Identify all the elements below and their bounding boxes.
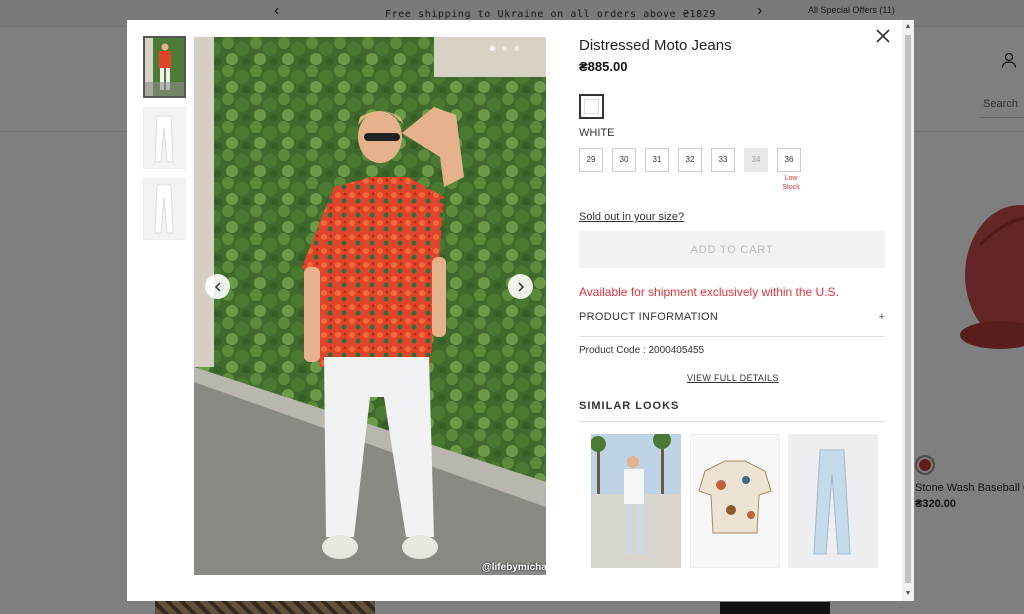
thumbnail-2[interactable] [143,107,186,169]
scrollbar-thumb[interactable] [904,34,912,584]
product-code: Product Code : 2000405455 [579,345,705,356]
image-pagination-dots [490,46,519,51]
size-selector: 29 30 31 32 33 34 36 [579,148,810,172]
size-option-30[interactable]: 30 [612,148,636,172]
product-information-accordion[interactable]: PRODUCT INFORMATION + [579,304,885,337]
thumbnail-list [143,36,186,249]
availability-notice: Available for shipment exclusively withi… [579,285,839,299]
selected-color-label: WHITE [579,127,615,139]
product-title: Distressed Moto Jeans [579,37,732,54]
size-option-33[interactable]: 33 [711,148,735,172]
chevron-left-icon [214,281,221,292]
similar-look-2[interactable] [690,434,780,568]
size-option-31[interactable]: 31 [645,148,669,172]
product-price: ₴885.00 [579,59,628,74]
size-option-29[interactable]: 29 [579,148,603,172]
similar-looks-heading: SIMILAR LOOKS [579,400,680,412]
sold-out-size-link[interactable]: Sold out in your size? [579,211,684,223]
next-image-button[interactable] [508,274,533,299]
size-option-36[interactable]: 36 [777,148,801,172]
quick-view-modal: @lifebymichae Distressed Moto Jeans ₴885… [127,20,914,601]
size-option-32[interactable]: 32 [678,148,702,172]
plus-icon: + [878,311,885,323]
add-to-cart-button[interactable]: ADD TO CART [579,231,885,268]
product-information-label: PRODUCT INFORMATION [579,311,719,323]
close-icon[interactable] [873,26,893,46]
color-swatch-white[interactable] [579,94,604,119]
scroll-up-icon[interactable]: ▲ [902,21,914,33]
prev-image-button[interactable] [205,274,230,299]
divider [579,421,885,422]
modal-scrollbar[interactable]: ▲ ▼ [902,20,914,601]
image-watermark: @lifebymichae [482,562,546,573]
main-product-image[interactable]: @lifebymichae [194,37,546,575]
size-option-34: 34 [744,148,768,172]
thumbnail-1[interactable] [143,36,186,98]
thumbnail-3[interactable] [143,178,186,240]
scroll-down-icon[interactable]: ▼ [902,588,914,600]
chevron-right-icon [517,281,524,292]
low-stock-label: Low Stock [782,175,800,191]
similar-look-1[interactable] [591,434,681,568]
view-full-details-link[interactable]: VIEW FULL DETAILS [687,373,779,383]
similar-look-3[interactable] [788,434,878,568]
